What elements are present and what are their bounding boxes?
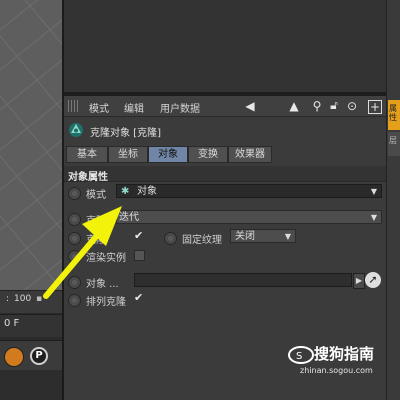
fix-clone-checkbox[interactable]: ✔ — [134, 229, 143, 242]
chevron-down-icon: ▼ — [284, 232, 291, 241]
svg-text:S: S — [296, 351, 302, 362]
timeline-footer — [0, 370, 62, 400]
object-radio[interactable] — [68, 276, 81, 289]
tab-effectors[interactable]: 效果器 — [228, 146, 272, 163]
object-manager — [64, 0, 386, 92]
tab-layers-label: 层 — [389, 136, 397, 145]
playback-controls: P — [0, 340, 62, 371]
fix-texture-value: 关闭 — [235, 231, 255, 242]
tab-basic[interactable]: 基本 — [66, 146, 108, 163]
search-icon[interactable]: ⚲ — [309, 98, 325, 114]
grip-icon[interactable] — [68, 100, 80, 112]
lock-icon[interactable]: 🔓︎ — [326, 97, 342, 113]
watermark-url: zhinan.sogou.com — [300, 366, 373, 375]
menu-mode[interactable]: 模式 — [89, 100, 109, 115]
tab-attributes-label: 属性 — [389, 104, 397, 122]
fix-texture-label: 固定纹理 — [182, 235, 222, 246]
tab-object[interactable]: 对象 — [148, 146, 188, 163]
clone-label: 克隆 — [86, 216, 106, 227]
object-link-field[interactable] — [134, 273, 352, 287]
arrow-up-icon[interactable]: ▲ — [286, 98, 302, 114]
render-instance-label: 渲染实例 — [86, 253, 126, 264]
clone-dropdown[interactable]: 迭代 ▼ — [116, 210, 382, 224]
fix-texture-dropdown[interactable]: 关闭 ▼ — [230, 229, 296, 243]
clone-radio[interactable] — [68, 213, 81, 226]
section-title: 对象属性 — [68, 172, 108, 183]
coord-separator: : — [6, 294, 10, 304]
cloner-icon — [68, 122, 84, 138]
add-icon[interactable]: + — [368, 100, 382, 114]
arrow-left-icon[interactable]: ◀ — [242, 98, 258, 114]
tab-coord[interactable]: 坐标 — [108, 146, 148, 163]
coord-value: 100 — [14, 294, 32, 304]
mode-radio[interactable] — [68, 187, 81, 200]
fix-clone-label: 克隆 — [86, 235, 106, 246]
mode-value: 对象 — [137, 186, 157, 197]
arrange-clone-radio[interactable] — [68, 294, 81, 307]
fix-clone-radio[interactable] — [68, 232, 81, 245]
object-label: 对象 ... — [86, 279, 119, 290]
chevron-down-icon: ▼ — [370, 187, 377, 196]
mode-dropdown[interactable]: ✱ 对象 ▼ — [116, 184, 382, 198]
arrange-clone-checkbox[interactable]: ✔ — [134, 291, 143, 304]
tab-transform[interactable]: 变换 — [188, 146, 228, 163]
watermark-brand: 搜狗指南 — [314, 345, 375, 363]
record-icon[interactable] — [4, 347, 24, 367]
menu-edit[interactable]: 编辑 — [124, 100, 144, 115]
arrange-clone-label: 排列克隆 — [86, 297, 126, 308]
clone-value: 迭代 — [119, 212, 139, 223]
render-instance-checkbox[interactable] — [134, 250, 145, 261]
mode-label: 模式 — [86, 190, 106, 201]
chevron-right-icon[interactable]: ▶ — [353, 273, 365, 289]
chevron-down-icon: ▼ — [370, 213, 377, 222]
object-icon: ✱ — [121, 186, 130, 197]
sogou-logo: S — [288, 346, 314, 364]
right-tab-strip — [386, 0, 400, 400]
render-instance-radio[interactable] — [68, 250, 81, 263]
pick-cursor-icon[interactable]: ➚ — [365, 272, 381, 288]
3d-viewport[interactable] — [0, 0, 62, 290]
settings-icon[interactable]: ⊙ — [344, 98, 360, 114]
fix-texture-radio[interactable] — [164, 232, 177, 245]
object-title: 克隆对象 [克隆] — [90, 128, 161, 139]
menu-userdata[interactable]: 用户数据 — [160, 100, 200, 115]
grid-icon: ▪ — [36, 294, 43, 304]
key-icon[interactable]: P — [30, 347, 48, 365]
section-header — [64, 166, 386, 182]
frame-field[interactable]: 0 F — [4, 318, 19, 329]
